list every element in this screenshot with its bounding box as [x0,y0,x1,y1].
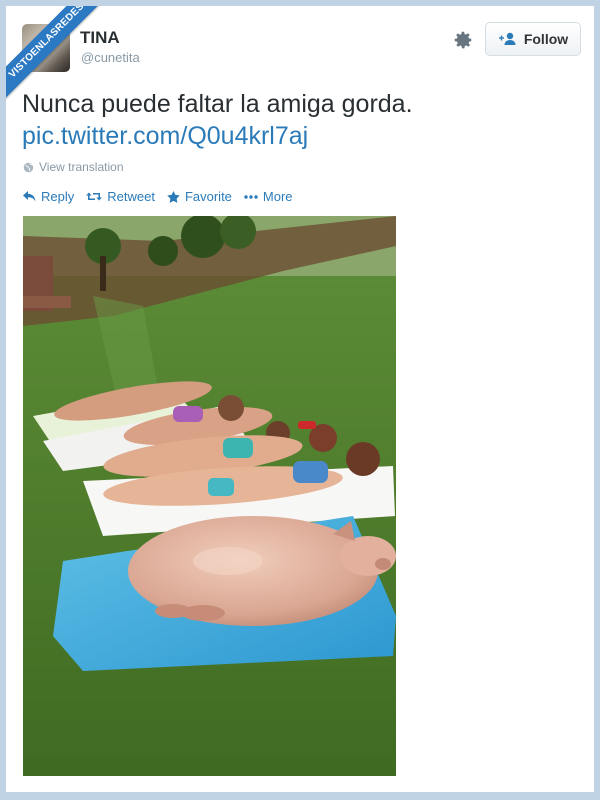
tweet-actions: Reply Retweet Favorite More [23,189,293,204]
more-button[interactable]: More [244,189,293,204]
globe-icon [23,162,34,172]
follow-person-icon [498,32,516,45]
watermark-text: VISTOENLASREDES [6,6,87,81]
favorite-star-icon [167,190,180,203]
retweet-button[interactable]: Retweet [86,189,155,204]
retweet-label: Retweet [107,189,155,204]
follow-button[interactable]: Follow [485,22,581,56]
favorite-button[interactable]: Favorite [167,189,232,204]
reply-icon [23,191,36,202]
view-translation-label: View translation [39,160,124,174]
view-translation[interactable]: View translation [23,160,124,174]
reply-label: Reply [41,189,75,204]
retweet-icon [86,192,103,201]
more-label: More [262,189,293,204]
tweet-photo[interactable] [23,216,396,776]
sunbathing-photo-illustration [23,216,396,776]
favorite-label: Favorite [184,189,232,204]
tweet-media-link[interactable]: pic.twitter.com/Q0u4krl7aj [22,120,562,152]
reply-button[interactable]: Reply [23,189,74,204]
gear-icon[interactable] [452,29,474,51]
follow-label: Follow [523,31,569,47]
more-dots-icon [244,194,258,199]
watermark-ribbon: VISTOENLASREDES [6,6,120,120]
tweet-card: VISTOENLASREDES TINA @cunetita Follow Nu… [6,6,594,792]
